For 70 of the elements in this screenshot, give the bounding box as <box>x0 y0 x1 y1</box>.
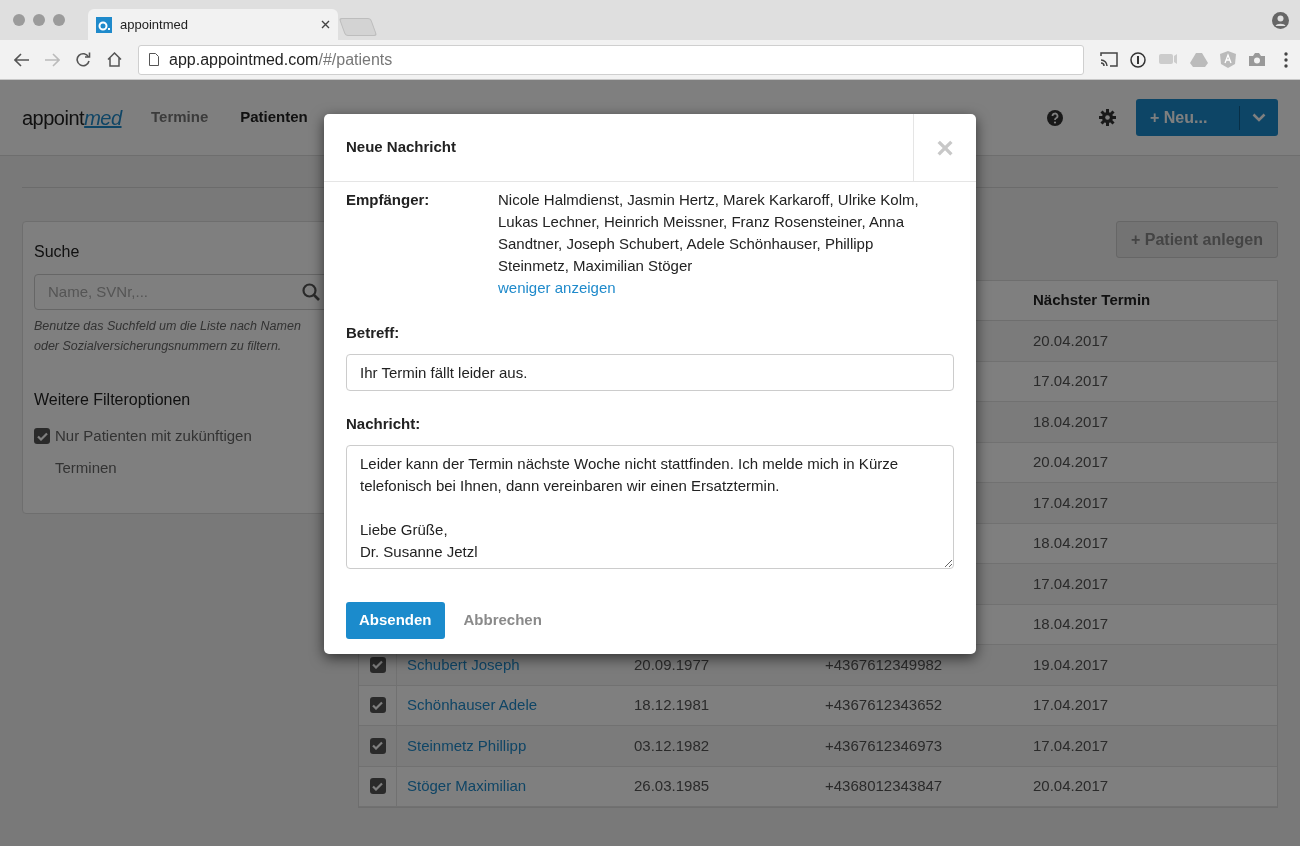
recipients-list: Nicole Halmdienst, Jasmin Hertz, Marek Karkaroff, Ulrike Kolm, Lukas Lechner, Heinrich Meissner, Franz Rosensteiner, Anna Sandtner, Joseph Schubert, Adele Schönhauser, Phillipp Steinmetz, Maximilian Stöger <box>498 189 938 277</box>
checkbox[interactable] <box>369 778 386 795</box>
dialog-title: Neue Nachricht <box>345 137 458 158</box>
url-host-text: app.appointmed.com <box>169 50 319 68</box>
settings-icon[interactable] <box>1099 109 1116 126</box>
table-cell: 17.04.2017 <box>1033 574 1109 592</box>
reload-icon[interactable] <box>76 52 91 67</box>
profile-icon[interactable] <box>1272 12 1289 29</box>
filter-label: Nur Patienten mit zukünftigen Terminen <box>55 426 253 478</box>
patient-name-link[interactable]: Schubert Joseph <box>407 655 520 673</box>
checkbox[interactable] <box>369 697 386 714</box>
cancel-button[interactable]: Abbrechen <box>463 609 542 632</box>
search-title: Suche <box>34 242 81 262</box>
message-field[interactable]: Leider kann der Termin nächste Woche nicht stattfinden. Ich melde mich in Kürze telefonisch bei Ihnen, dann vereinbaren wir einen Ersatztermin. Liebe Grüße, Dr. Susanne Jetzl <box>346 445 954 569</box>
url-path-text: /#/patients <box>318 50 393 68</box>
caret-icon[interactable] <box>1252 113 1266 122</box>
back-icon[interactable] <box>14 52 30 67</box>
subject-label: Betreff: <box>346 323 401 343</box>
address-bar[interactable]: app.appointmed.com/#/patients <box>138 44 1084 75</box>
checkbox[interactable] <box>369 656 386 673</box>
table-cell: 20.04.2017 <box>1033 777 1109 795</box>
table-cell: 20.09.1977 <box>634 655 710 673</box>
table-cell: 18.04.2017 <box>1033 615 1109 633</box>
table-cell: +4367612346973 <box>825 736 943 754</box>
patient-name-link[interactable]: Schönhauser Adele <box>407 696 538 714</box>
send-button[interactable]: Absenden <box>346 602 445 639</box>
new-split-button[interactable]: + Neu... <box>1136 99 1278 136</box>
table-cell: +4368012343847 <box>825 777 943 795</box>
patient-name-link[interactable]: Stöger Maximilian <box>407 777 527 795</box>
close-tab-icon[interactable] <box>321 20 330 29</box>
cast-icon[interactable] <box>1100 52 1118 67</box>
logo: appointmed <box>22 105 124 131</box>
filter-title: Weitere Filteroptionen <box>34 390 192 410</box>
recipients-label: Empfänger: <box>346 190 431 210</box>
table-cell: 18.04.2017 <box>1033 412 1109 430</box>
table-cell: 17.04.2017 <box>1033 493 1109 511</box>
table-cell: +4367612343652 <box>825 696 943 714</box>
help-icon[interactable] <box>1047 109 1063 126</box>
table-cell: 18.04.2017 <box>1033 534 1109 552</box>
subject-field[interactable]: Ihr Termin fällt leider aus. <box>346 354 954 391</box>
column-header[interactable]: Nächster Termin <box>1023 289 1161 312</box>
new-button[interactable]: + Neu... <box>1136 105 1239 130</box>
browser-tab[interactable]: appointmed <box>88 9 338 40</box>
page-icon <box>149 53 159 66</box>
patient-name-link[interactable]: Steinmetz Phillipp <box>407 736 527 754</box>
menu-icon[interactable] <box>1284 51 1288 68</box>
favicon-icon <box>96 16 112 33</box>
home-icon[interactable] <box>107 52 122 67</box>
table-cell: 20.04.2017 <box>1033 331 1109 349</box>
table-cell: +4367612349982 <box>825 655 943 673</box>
camera-icon[interactable] <box>1248 52 1266 67</box>
table-cell: 17.04.2017 <box>1033 372 1109 390</box>
close-button[interactable]: × <box>913 114 976 181</box>
table-cell: 18.12.1981 <box>634 696 710 714</box>
table-cell: 03.12.1982 <box>634 736 710 754</box>
table-cell: 19.04.2017 <box>1033 655 1109 673</box>
show-less-link[interactable]: weniger anzeigen <box>498 277 616 299</box>
table-cell: 26.03.1985 <box>634 777 710 795</box>
checkbox[interactable] <box>369 737 386 754</box>
table-cell: 17.04.2017 <box>1033 736 1109 754</box>
table-cell: 20.04.2017 <box>1033 453 1109 471</box>
checkbox[interactable] <box>34 428 50 444</box>
table-cell: 17.04.2017 <box>1033 696 1109 714</box>
message-label: Nachricht: <box>346 414 422 434</box>
nav-tab[interactable]: Termine <box>151 106 209 129</box>
search-help-text: Benutze das Suchfeld um die Liste nach Namen oder Sozialversicherungsnummern zu filtern. <box>34 318 302 355</box>
nav-tab[interactable]: Patienten <box>240 106 308 129</box>
keyhole-icon[interactable] <box>1130 51 1146 68</box>
search-icon[interactable] <box>302 283 320 301</box>
tab-title: appointmed <box>120 15 189 34</box>
